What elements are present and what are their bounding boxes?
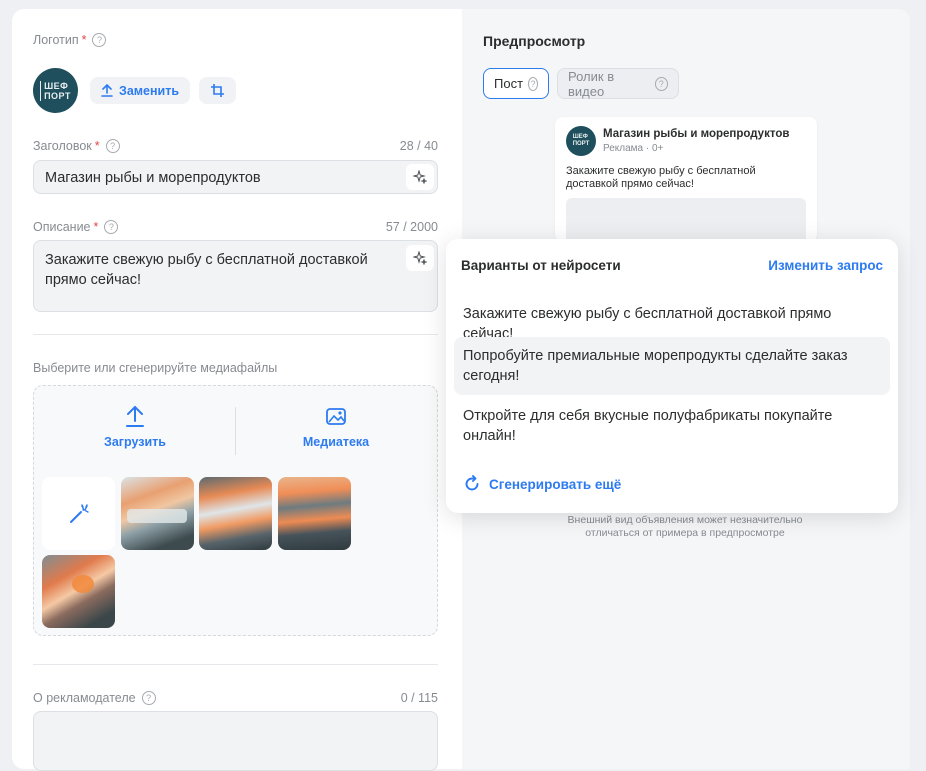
ai-option[interactable]: Откройте для себя вкусные полуфабрикаты … <box>454 397 890 455</box>
preview-avatar: ШЕФ ПОРТ <box>566 126 596 156</box>
question-icon[interactable]: ? <box>105 139 120 153</box>
preview-card-name: Магазин рыбы и морепродуктов <box>603 128 790 140</box>
gallery-icon <box>326 408 346 425</box>
ai-suggestions-popup: Варианты от нейросети Изменить запрос За… <box>446 239 898 513</box>
upload-button[interactable]: Загрузить <box>90 405 180 460</box>
logo-label: Логотип *? <box>33 33 107 47</box>
advertiser-textarea[interactable] <box>33 711 438 771</box>
magic-wand-icon <box>69 503 89 523</box>
replace-logo-button[interactable]: Заменить <box>90 77 190 104</box>
title-ai-button[interactable] <box>406 164 434 190</box>
sparkle-icon <box>413 170 427 184</box>
question-icon[interactable]: ? <box>528 76 538 91</box>
title-input[interactable]: Магазин рыбы и морепродуктов <box>33 160 438 194</box>
preview-title: Предпросмотр <box>483 33 586 49</box>
question-icon[interactable]: ? <box>141 691 156 705</box>
description-textarea[interactable]: Закажите свежую рыбу с бесплатной достав… <box>33 240 438 312</box>
preview-card-meta: Реклама · 0+ <box>603 143 664 154</box>
section-divider <box>33 334 438 335</box>
change-request-link[interactable]: Изменить запрос <box>768 258 883 273</box>
description-ai-button[interactable] <box>406 245 434 271</box>
description-label: Описание *? <box>33 220 119 234</box>
upload-arrow-icon <box>126 405 144 427</box>
question-icon[interactable]: ? <box>104 220 119 234</box>
tab-post[interactable]: Пост? <box>483 68 549 99</box>
question-icon[interactable]: ? <box>654 76 668 91</box>
preview-card: ШЕФ ПОРТ Магазин рыбы и морепродуктов Ре… <box>555 117 817 242</box>
advertiser-label: О рекламодателе? <box>33 691 156 705</box>
question-icon[interactable]: ? <box>92 33 107 47</box>
media-thumbnail[interactable] <box>42 555 115 628</box>
upload-arrow-icon <box>101 84 113 97</box>
logo-avatar: ШЕФ ПОРТ <box>33 68 78 113</box>
preview-disclaimer: Внешний вид объявления может незначитель… <box>567 514 803 539</box>
description-counter: 57 / 2000 <box>385 220 438 234</box>
preview-card-media <box>566 198 806 242</box>
ai-option[interactable]: Попробуйте премиальные морепродукты сдел… <box>454 337 890 395</box>
media-thumbnail[interactable] <box>199 477 272 550</box>
section-divider <box>33 664 438 665</box>
tab-video[interactable]: Ролик в видео? <box>557 68 679 99</box>
popup-title: Варианты от нейросети <box>461 258 621 273</box>
title-label: Заголовок *? <box>33 139 120 153</box>
media-divider <box>235 407 236 455</box>
generate-media-button[interactable] <box>42 477 115 550</box>
generate-more-button[interactable]: Сгенерировать ещё <box>463 475 621 493</box>
logo-avatar-text: ШЕФ ПОРТ <box>40 80 71 101</box>
advertiser-counter: 0 / 115 <box>400 691 438 705</box>
title-counter: 28 / 40 <box>399 139 438 153</box>
sparkle-icon <box>413 251 427 265</box>
media-library-button[interactable]: Медиатека <box>290 405 382 460</box>
media-thumbnail[interactable] <box>121 477 194 550</box>
media-label: Выберите или сгенерируйте медиафайлы <box>33 361 278 375</box>
refresh-icon <box>465 475 479 491</box>
preview-avatar-text: ШЕФ ПОРТ <box>572 134 590 147</box>
media-thumbnail[interactable] <box>278 477 351 550</box>
preview-card-text: Закажите свежую рыбу с бесплатной достав… <box>566 165 756 190</box>
crop-logo-button[interactable] <box>199 77 236 104</box>
crop-icon <box>211 84 224 97</box>
